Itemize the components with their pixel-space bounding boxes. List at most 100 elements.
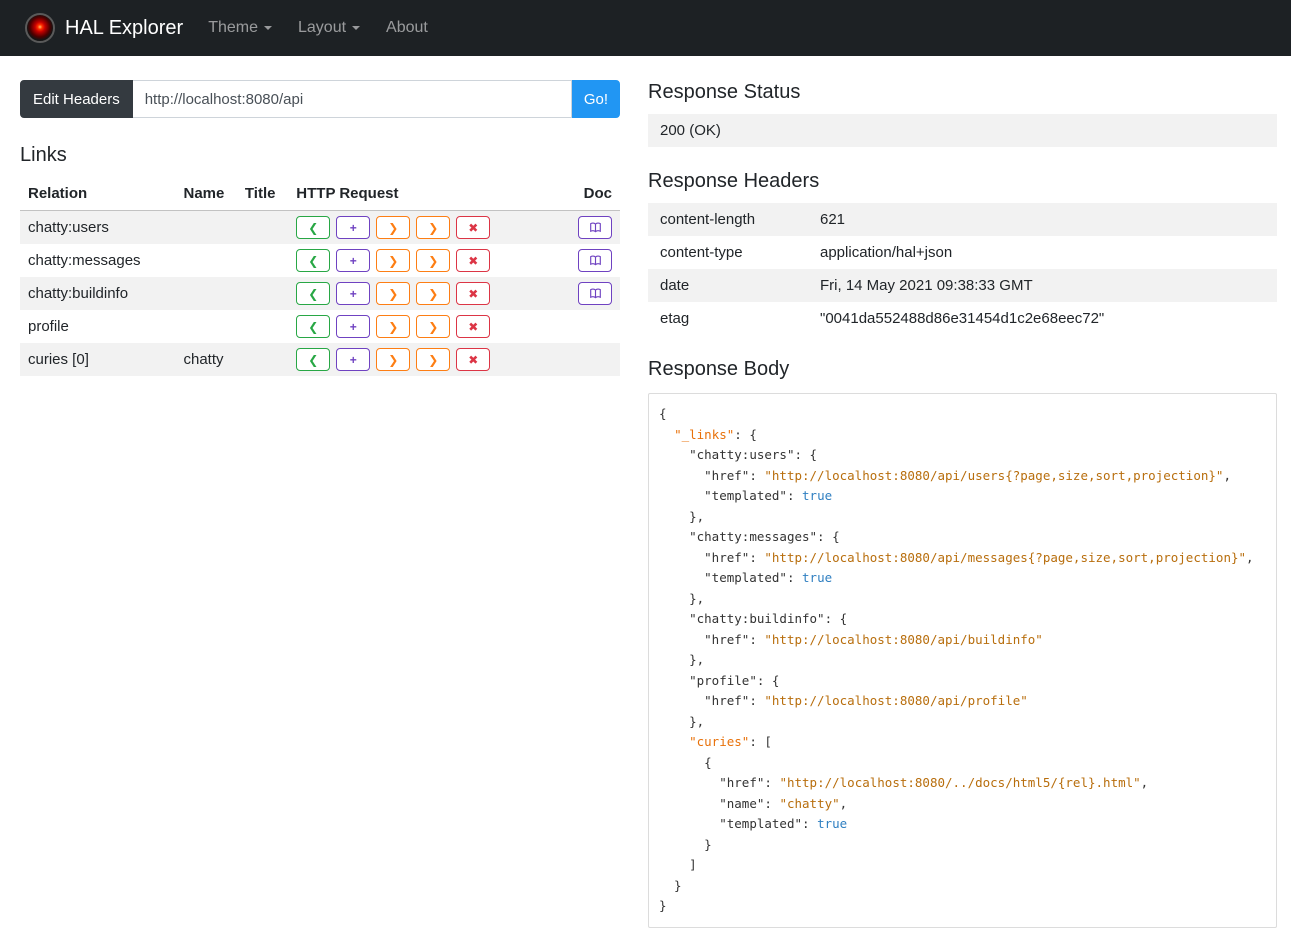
response-header-row: content-length 621 [648, 203, 1277, 236]
link-name [176, 277, 237, 310]
nav-item-theme[interactable]: Theme [195, 11, 285, 45]
get-request-button[interactable]: ❮ [296, 348, 331, 371]
table-row: chatty:users ❮ + ❯ ❯ ✖ [20, 210, 620, 244]
code-line: }, [659, 713, 705, 729]
delete-request-button[interactable]: ✖ [456, 249, 491, 272]
post-request-button[interactable]: + [336, 216, 371, 239]
navbar-menu: Theme Layout About [195, 11, 441, 45]
get-request-button[interactable]: ❮ [296, 216, 331, 239]
column-header-name: Name [175, 177, 237, 211]
code-line: "templated": true [704, 570, 833, 585]
link-title [237, 310, 288, 343]
patch-request-button[interactable]: ❯ [416, 315, 451, 338]
get-request-button[interactable]: ❮ [296, 315, 331, 338]
link-name: chatty [183, 351, 224, 368]
url-bar: Edit Headers Go! [20, 80, 620, 118]
code-line: } [659, 877, 682, 893]
http-request-cell: ❮ + ❯ ❯ ✖ [288, 310, 570, 343]
response-status-heading: Response Status [648, 81, 801, 103]
link-title [237, 343, 288, 376]
response-headers-body: content-length 621 content-type application… [648, 203, 1277, 335]
put-request-button[interactable]: ❯ [376, 282, 411, 305]
link-name [176, 310, 237, 343]
app-title: HAL Explorer [65, 16, 184, 39]
doc-button[interactable] [578, 216, 612, 239]
post-request-button[interactable]: + [336, 282, 371, 305]
response-header-row: content-type application/hal+json [648, 236, 1277, 269]
header-value: "0041da552488d86e31454d1c2e68eec72" [820, 310, 1105, 327]
http-request-cell: ❮ + ❯ ❯ ✖ [288, 343, 570, 376]
request-panel: Edit Headers Go! Links Relation Name Tit… [20, 80, 620, 376]
caret-down-icon [352, 26, 361, 30]
link-relation: profile [28, 318, 69, 335]
patch-request-button[interactable]: ❯ [416, 249, 451, 272]
response-headers-heading: Response Headers [648, 170, 820, 192]
code-line: { [659, 754, 712, 770]
http-request-cell: ❮ + ❯ ❯ ✖ [288, 277, 570, 310]
link-relation: chatty:users [28, 219, 109, 236]
response-body-code: { "_links": { "chatty:users": { "href": … [659, 404, 1266, 917]
link-name [176, 244, 237, 277]
column-header-relation: Relation [20, 177, 176, 211]
table-row: chatty:buildinfo ❮ + ❯ ❯ ✖ [20, 277, 620, 310]
http-request-buttons: ❮ + ❯ ❯ ✖ [296, 216, 562, 239]
post-request-button[interactable]: + [336, 315, 371, 338]
get-request-button[interactable]: ❮ [296, 282, 331, 305]
code-line: } [659, 836, 712, 852]
header-name: content-type [660, 244, 743, 261]
nav-item-label: About [386, 19, 428, 36]
table-row: curies [0] chatty ❮ + ❯ ❯ ✖ [20, 343, 620, 376]
code-line: "chatty:buildinfo": { [689, 611, 848, 626]
nav-item-about[interactable]: About [373, 11, 441, 45]
response-header-row: date Fri, 14 May 2021 09:38:33 GMT [648, 269, 1277, 302]
doc-cell [570, 343, 620, 376]
code-line: ] [659, 857, 697, 872]
patch-request-button[interactable]: ❯ [416, 348, 451, 371]
column-header-doc: Doc [569, 177, 620, 211]
caret-down-icon [264, 26, 272, 30]
nav-item-layout[interactable]: Layout [285, 11, 373, 45]
doc-cell [570, 277, 620, 310]
response-panel: Response Status 200 (OK) Response Header… [648, 80, 1277, 928]
put-request-button[interactable]: ❯ [376, 249, 411, 272]
header-name: content-length [660, 211, 756, 228]
code-line: "chatty:messages": { [689, 529, 840, 544]
http-request-cell: ❮ + ❯ ❯ ✖ [288, 244, 570, 277]
delete-request-button[interactable]: ✖ [456, 282, 491, 305]
doc-cell [570, 244, 620, 277]
patch-request-button[interactable]: ❯ [416, 216, 451, 239]
header-name: etag [660, 310, 690, 327]
links-table-header-row: Relation Name Title HTTP Request Doc [20, 177, 620, 211]
links-heading: Links [20, 144, 67, 166]
code-line: "profile": { [689, 672, 780, 688]
put-request-button[interactable]: ❯ [376, 315, 411, 338]
post-request-button[interactable]: + [336, 348, 371, 371]
edit-headers-button[interactable]: Edit Headers [20, 80, 133, 118]
delete-request-button[interactable]: ✖ [456, 348, 491, 371]
url-input[interactable] [132, 80, 572, 118]
table-row: chatty:messages ❮ + ❯ ❯ ✖ [20, 244, 620, 277]
go-button[interactable]: Go! [571, 80, 620, 118]
header-value: 621 [820, 211, 846, 228]
column-header-http-request: HTTP Request [288, 177, 570, 211]
code-line: "_links": { [674, 426, 757, 442]
nav-item-label: Theme [208, 19, 258, 36]
code-line: "name": "chatty", [719, 795, 848, 811]
response-headers-table: content-length 621 content-type application… [648, 203, 1277, 335]
get-request-button[interactable]: ❮ [296, 249, 331, 272]
response-body-heading: Response Body [648, 358, 790, 380]
delete-request-button[interactable]: ✖ [456, 315, 491, 338]
put-request-button[interactable]: ❯ [376, 216, 411, 239]
post-request-button[interactable]: + [336, 249, 371, 272]
link-title [237, 244, 288, 277]
nav-item-label: Layout [298, 19, 347, 36]
book-icon [589, 255, 601, 266]
delete-request-button[interactable]: ✖ [456, 216, 491, 239]
code-line: "href": "http://localhost:8080/api/build… [704, 631, 1043, 647]
link-relation: chatty:buildinfo [28, 285, 129, 302]
doc-button[interactable] [578, 282, 612, 305]
put-request-button[interactable]: ❯ [376, 348, 411, 371]
patch-request-button[interactable]: ❯ [416, 282, 451, 305]
doc-button[interactable] [578, 249, 612, 272]
response-body-card: { "_links": { "chatty:users": { "href": … [648, 393, 1277, 928]
